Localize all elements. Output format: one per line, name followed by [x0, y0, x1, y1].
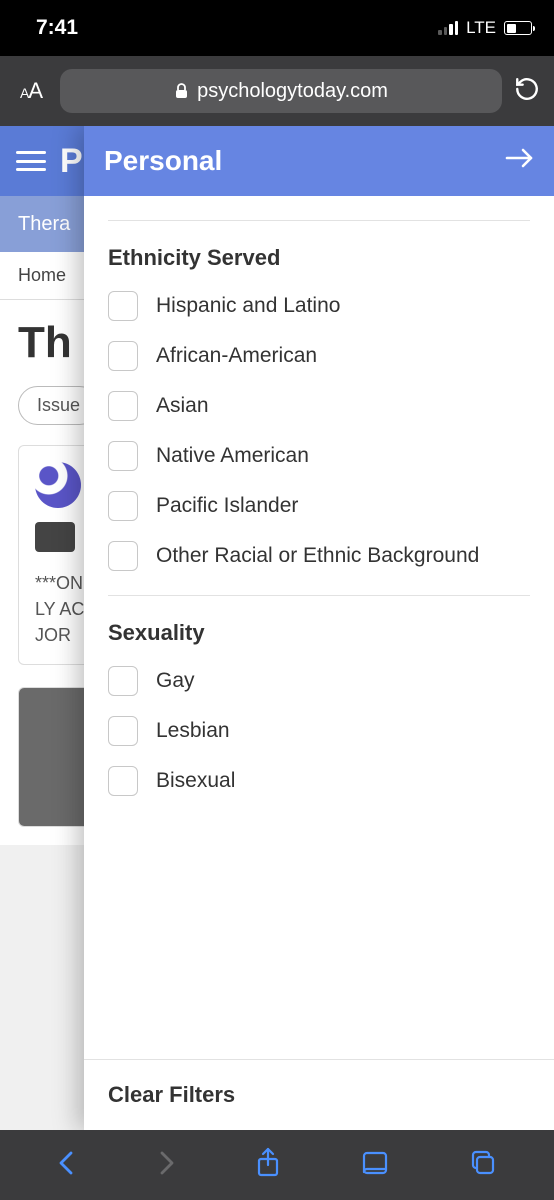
bookmarks-button[interactable]: [360, 1150, 390, 1181]
cellular-signal-icon: [438, 21, 458, 35]
checkbox[interactable]: [108, 491, 138, 521]
filter-section-sexuality: Sexuality Gay Lesbian Bisexual: [108, 620, 530, 796]
checkbox[interactable]: [108, 291, 138, 321]
filter-option[interactable]: Pacific Islander: [108, 491, 530, 521]
bookmarks-icon: [360, 1150, 390, 1176]
panel-next-button[interactable]: [504, 145, 534, 177]
checkbox[interactable]: [108, 666, 138, 696]
filter-option[interactable]: Gay: [108, 666, 530, 696]
clear-filters-button[interactable]: Clear Filters: [84, 1059, 554, 1130]
checkbox[interactable]: [108, 716, 138, 746]
badge-icon: [35, 522, 75, 552]
filter-option[interactable]: Asian: [108, 391, 530, 421]
checkbox[interactable]: [108, 541, 138, 571]
filter-option[interactable]: Lesbian: [108, 716, 530, 746]
panel-header: Personal: [84, 126, 554, 196]
option-label: Pacific Islander: [156, 494, 298, 518]
checkbox[interactable]: [108, 341, 138, 371]
filter-option[interactable]: Other Racial or Ethnic Background: [108, 541, 530, 571]
menu-button[interactable]: [16, 151, 46, 171]
tabs-button[interactable]: [469, 1149, 497, 1182]
chevron-right-icon: [156, 1149, 176, 1177]
site-logo[interactable]: P: [60, 142, 83, 181]
arrow-right-icon: [504, 146, 534, 170]
url-domain: psychologytoday.com: [197, 80, 388, 103]
reload-button[interactable]: [514, 76, 540, 107]
browser-url-bar: AA psychologytoday.com: [0, 56, 554, 126]
status-time: 7:41: [36, 16, 78, 40]
divider: [108, 595, 530, 596]
tab-therapists[interactable]: Thera: [18, 213, 70, 236]
checkbox[interactable]: [108, 391, 138, 421]
option-label: African-American: [156, 344, 317, 368]
breadcrumb-home[interactable]: Home: [18, 265, 66, 286]
viewport: P Thera Home Th Issue ***ON LY AC JOR: [0, 126, 554, 1130]
option-label: Native American: [156, 444, 309, 468]
section-title: Ethnicity Served: [108, 245, 530, 271]
tabs-icon: [469, 1149, 497, 1177]
network-label: LTE: [466, 18, 496, 38]
option-label: Bisexual: [156, 769, 235, 793]
option-label: Lesbian: [156, 719, 230, 743]
option-label: Other Racial or Ethnic Background: [156, 544, 479, 568]
checkbox[interactable]: [108, 766, 138, 796]
option-label: Asian: [156, 394, 209, 418]
lock-icon: [174, 82, 189, 100]
filter-option[interactable]: Native American: [108, 441, 530, 471]
filter-panel: Personal Ethnicity Served Hispanic and L…: [84, 126, 554, 1130]
share-button[interactable]: [255, 1147, 281, 1184]
status-right: LTE: [438, 18, 532, 38]
option-label: Hispanic and Latino: [156, 294, 340, 318]
forward-button[interactable]: [156, 1149, 176, 1182]
panel-title: Personal: [104, 145, 222, 177]
back-button[interactable]: [57, 1149, 77, 1182]
filter-option[interactable]: Bisexual: [108, 766, 530, 796]
section-title: Sexuality: [108, 620, 530, 646]
browser-toolbar: [0, 1130, 554, 1200]
option-label: Gay: [156, 669, 195, 693]
filter-section-ethnicity: Ethnicity Served Hispanic and Latino Afr…: [108, 245, 530, 571]
battery-icon: [504, 21, 532, 35]
panel-body[interactable]: Ethnicity Served Hispanic and Latino Afr…: [84, 196, 554, 1059]
text-size-button[interactable]: AA: [14, 78, 48, 104]
filter-option[interactable]: African-American: [108, 341, 530, 371]
provider-avatar-icon: [35, 462, 81, 508]
chevron-left-icon: [57, 1149, 77, 1177]
address-bar[interactable]: psychologytoday.com: [60, 69, 502, 113]
divider: [108, 220, 530, 221]
share-icon: [255, 1147, 281, 1179]
filter-option[interactable]: Hispanic and Latino: [108, 291, 530, 321]
checkbox[interactable]: [108, 441, 138, 471]
ios-status-bar: 7:41 LTE: [0, 0, 554, 56]
